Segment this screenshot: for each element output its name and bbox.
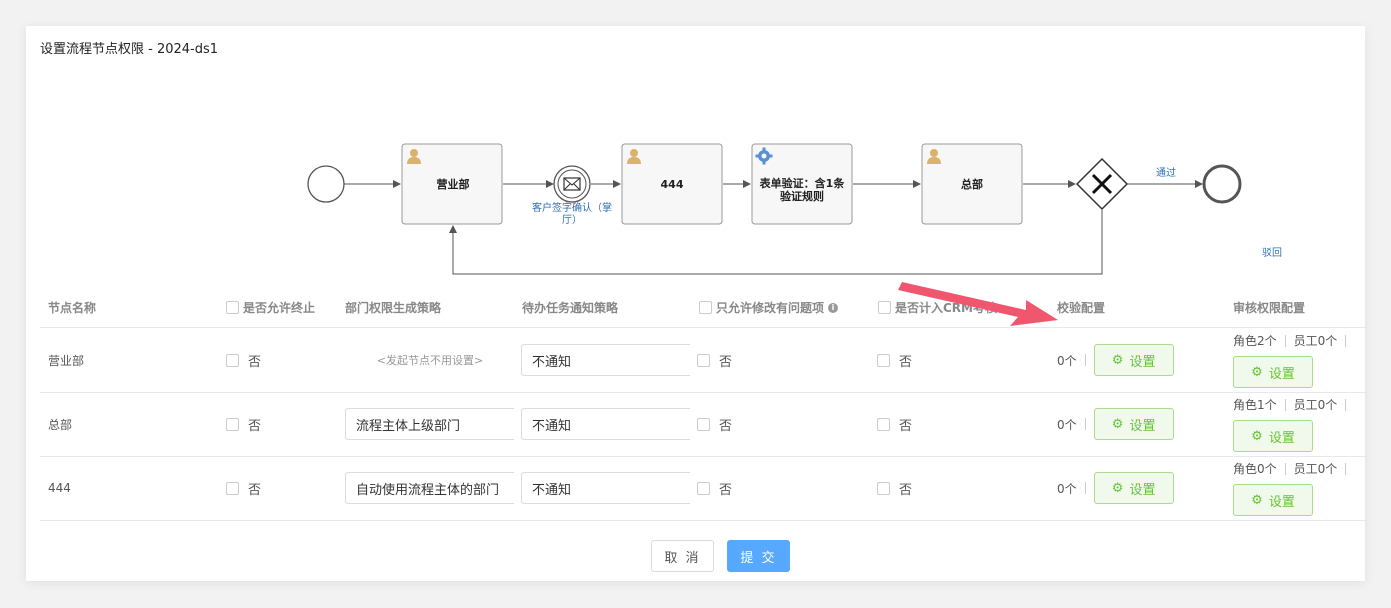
table-row: 444 否 自动使用流程主体的部门 不通知 否 否 0个 ⚙ 设置 角色0个 员… — [40, 456, 1365, 520]
staff-count: 员工0个 — [1293, 462, 1338, 476]
annotation-arrow — [898, 282, 1058, 326]
checkbox[interactable] — [877, 481, 890, 495]
table-row: 总部 否 流程主体上级部门 不通知 否 否 0个 ⚙ 设置 角色1个 员工0个 … — [40, 392, 1365, 456]
todo-notify-select[interactable]: 不通知 — [521, 344, 690, 376]
row-only-modify[interactable]: 否 — [697, 456, 732, 520]
row-node-name: 总部 — [48, 417, 73, 432]
submit-button[interactable]: 提 交 — [727, 540, 790, 572]
gear-icon: ⚙ — [1111, 352, 1124, 368]
validation-count: 0个 — [1057, 481, 1077, 496]
todo-notify-select[interactable]: 不通知 — [521, 472, 690, 504]
audit-settings-button[interactable]: ⚙ 设置 — [1233, 484, 1313, 516]
dept-policy-placeholder: <发起节点不用设置> — [376, 354, 484, 367]
gear-icon: ⚙ — [1111, 480, 1124, 496]
validation-count: 0个 — [1057, 353, 1077, 368]
row-validation: 0个 ⚙ 设置 — [1057, 392, 1174, 456]
row-only-modify[interactable]: 否 — [697, 392, 732, 456]
row-crm[interactable]: 否 — [877, 456, 912, 520]
permission-dialog: 设置流程节点权限 - 2024-ds1 营业部 客户签字确认（掌 厅） 444 … — [26, 26, 1365, 581]
gear-icon: ⚙ — [1251, 364, 1263, 380]
checkbox[interactable] — [877, 353, 890, 367]
role-count: 角色1个 — [1233, 398, 1277, 412]
gear-icon: ⚙ — [1251, 428, 1263, 444]
row-audit: 角色0个 员工0个 ⚙ 设置 — [1233, 460, 1354, 516]
row-crm[interactable]: 否 — [877, 392, 912, 456]
validation-settings-button[interactable]: ⚙ 设置 — [1093, 408, 1174, 440]
dept-policy-select[interactable]: 流程主体上级部门 — [345, 408, 514, 440]
validation-count: 0个 — [1057, 417, 1077, 432]
checkbox[interactable] — [697, 417, 710, 431]
cancel-button[interactable]: 取 消 — [651, 540, 714, 572]
checkbox[interactable] — [877, 417, 890, 431]
role-count: 角色0个 — [1233, 462, 1277, 476]
row-validation: 0个 ⚙ 设置 — [1057, 456, 1174, 520]
checkbox[interactable] — [226, 417, 239, 431]
validation-settings-button[interactable]: ⚙ 设置 — [1093, 472, 1174, 504]
checkbox[interactable] — [226, 353, 239, 367]
row-node-name: 444 — [48, 481, 71, 495]
checkbox[interactable] — [697, 481, 710, 495]
row-audit: 角色1个 员工0个 ⚙ 设置 — [1233, 396, 1354, 452]
gear-icon: ⚙ — [1111, 416, 1124, 432]
checkbox[interactable] — [697, 353, 710, 367]
audit-settings-button[interactable]: ⚙ 设置 — [1233, 420, 1313, 452]
validation-settings-button[interactable]: ⚙ 设置 — [1093, 344, 1174, 376]
row-allow-terminate[interactable]: 否 — [226, 456, 261, 520]
gear-icon: ⚙ — [1251, 492, 1263, 508]
audit-settings-button[interactable]: ⚙ 设置 — [1233, 356, 1313, 388]
dept-policy-select[interactable]: 自动使用流程主体的部门 — [345, 472, 514, 504]
staff-count: 员工0个 — [1293, 398, 1338, 412]
checkbox[interactable] — [226, 481, 239, 495]
row-allow-terminate[interactable]: 否 — [226, 392, 261, 456]
todo-notify-select[interactable]: 不通知 — [521, 408, 690, 440]
